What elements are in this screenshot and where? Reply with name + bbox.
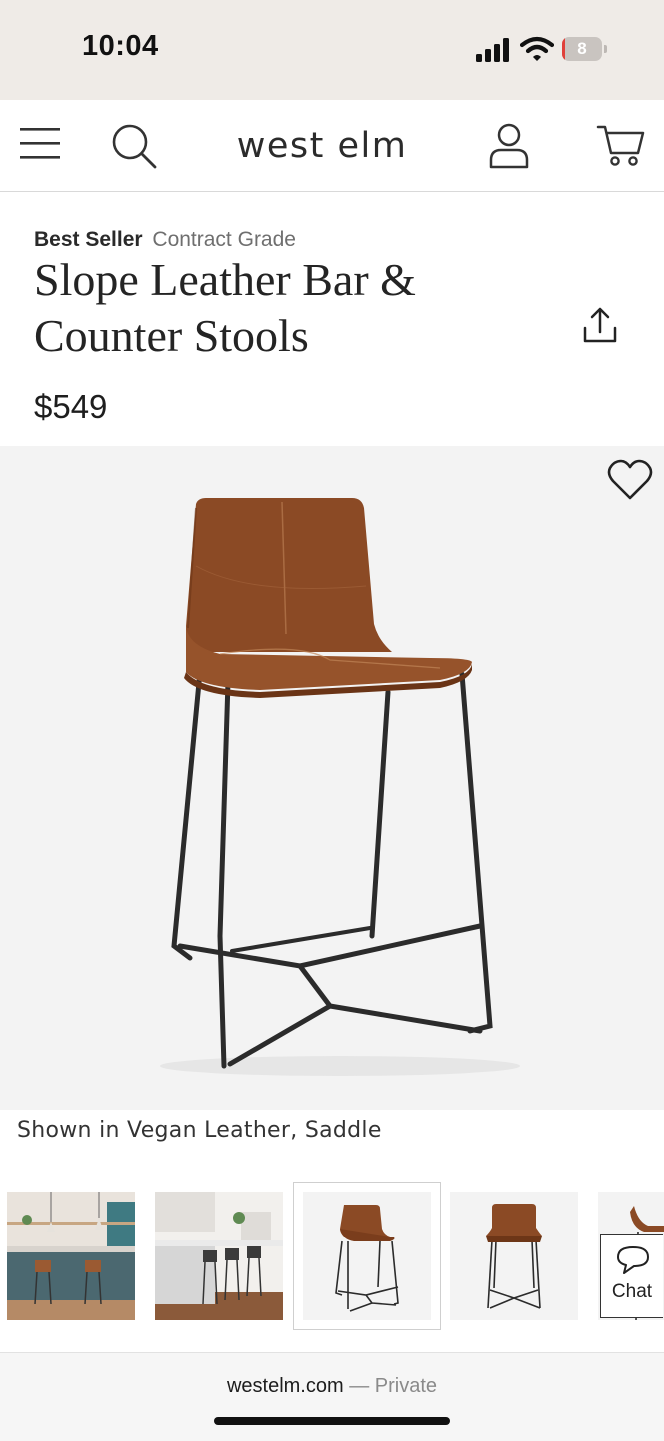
battery-indicator: 8: [562, 37, 608, 63]
browser-address-bar[interactable]: westelm.com — Private: [0, 1352, 664, 1441]
account-icon[interactable]: [486, 122, 532, 170]
share-icon[interactable]: [580, 306, 620, 346]
thumbnail-kitchen-scene[interactable]: [7, 1192, 135, 1320]
product-badges: Best Seller Contract Grade: [34, 228, 296, 252]
status-bar: 10:04 8: [0, 0, 664, 100]
cart-icon[interactable]: [596, 122, 646, 168]
best-seller-badge: Best Seller: [34, 228, 143, 251]
product-title: Slope Leather Bar & Counter Stools: [34, 254, 416, 361]
private-mode-label: Private: [374, 1375, 438, 1397]
thumbnail-stool-front[interactable]: [450, 1192, 578, 1320]
product-hero-image[interactable]: [0, 446, 664, 1110]
battery-level: 8: [577, 39, 587, 58]
chat-button[interactable]: Chat: [600, 1234, 663, 1318]
search-icon[interactable]: [110, 122, 158, 170]
menu-icon[interactable]: [18, 125, 62, 163]
chat-bubble-icon: [617, 1246, 649, 1274]
site-header: west elm: [0, 100, 664, 192]
brand-logo[interactable]: west elm: [210, 126, 434, 166]
url-display[interactable]: westelm.com — Private: [0, 1375, 664, 1398]
wifi-icon: [520, 36, 554, 61]
thumbnail-stool-selected[interactable]: [293, 1182, 441, 1330]
thumbnail-kitchen-island[interactable]: [155, 1192, 283, 1320]
url-domain: westelm.com: [226, 1375, 344, 1397]
contract-grade-badge: Contract Grade: [152, 228, 296, 251]
status-time: 10:04: [82, 30, 159, 62]
thumbnail-carousel[interactable]: [0, 1182, 664, 1330]
product-price: $549: [34, 388, 108, 425]
url-separator: —: [349, 1375, 370, 1397]
chat-label: Chat: [611, 1281, 653, 1302]
color-caption: Shown in Vegan Leather, Saddle: [17, 1118, 382, 1143]
wishlist-heart-icon[interactable]: [606, 458, 654, 502]
signal-icon: [476, 38, 509, 62]
home-indicator[interactable]: [214, 1417, 450, 1425]
